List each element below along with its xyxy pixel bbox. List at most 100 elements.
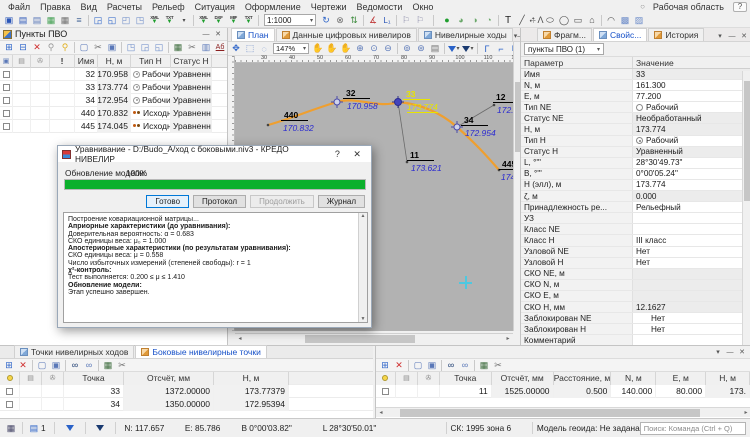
tab-level-runs[interactable]: Нивелирные ходы [418, 28, 513, 41]
point-label-34[interactable]: 34 [461, 115, 488, 126]
export-mif-icon[interactable]: MIF▼ [226, 14, 241, 27]
tab-history[interactable]: История [648, 28, 704, 41]
ellipse-tool-icon[interactable]: ⬭ [543, 14, 557, 27]
clear-selection-icon[interactable]: ◱ [152, 41, 166, 54]
property-row[interactable]: СКО N, м [521, 280, 750, 291]
find-next-icon[interactable]: ∞ [458, 359, 472, 372]
tab-digital-levels[interactable]: Данные цифровых нивелиров [276, 28, 417, 41]
property-row[interactable]: УЗ [521, 213, 750, 224]
attachment-column-icon[interactable]: ✇ [42, 372, 64, 385]
point-style-1-icon[interactable]: ● [440, 14, 454, 27]
find-next-icon[interactable]: ∞ [82, 359, 96, 372]
radio-icon[interactable] [636, 104, 643, 111]
pan-hand-3-icon[interactable]: ✋ [339, 42, 353, 55]
property-row[interactable]: Статус NEНеобработанный [521, 113, 750, 124]
text-tool-icon[interactable]: T [501, 14, 515, 27]
property-row[interactable]: СКО E, м [521, 291, 750, 302]
protocol-button[interactable]: Протокол [193, 195, 246, 208]
point-label-440[interactable]: 440 [281, 110, 308, 121]
exchange-icon[interactable]: ⇅ [347, 14, 361, 27]
zoom-in-icon[interactable]: ⊕ [353, 42, 367, 55]
pan-hand-1-icon[interactable]: ✋ [311, 42, 325, 55]
point-label-445[interactable]: 445 [499, 159, 513, 170]
property-row[interactable]: Узловой ННет [521, 258, 750, 269]
chevron-down-icon[interactable]: ▾ [714, 31, 726, 41]
zoom-selected-icon[interactable]: ⊛ [414, 42, 428, 55]
add-row-icon[interactable]: ⊞ [2, 41, 16, 54]
import-project-icon[interactable]: ◲ [91, 14, 105, 27]
minimize-icon[interactable]: — [200, 29, 212, 39]
log-scrollbar[interactable]: ▲▼ [358, 213, 367, 322]
filter-dark-status-icon[interactable] [93, 422, 107, 434]
minimize-icon[interactable]: — [724, 347, 736, 357]
table-row[interactable]: 34 1350.00000 172.95394 [0, 398, 373, 411]
filter-1-icon[interactable]: ▾ [447, 42, 461, 55]
property-row[interactable]: Статус НУравненный [521, 147, 750, 158]
menu-relief[interactable]: Рельеф [147, 1, 190, 13]
scroll-left-icon[interactable]: ◂ [376, 408, 386, 417]
tab-properties[interactable]: Свойс... [593, 28, 647, 41]
table-settings-icon[interactable]: ✂ [491, 359, 505, 372]
checkbox[interactable] [3, 97, 10, 104]
project-levels-icon[interactable]: ≡ [72, 14, 86, 27]
menu-decoration[interactable]: Оформление [240, 1, 306, 13]
dialog-titlebar[interactable]: Уравнивание - D:/Budo_A/ход с боковыми.n… [58, 146, 371, 162]
property-row[interactable]: N, м161.300 [521, 80, 750, 91]
export-xml-icon[interactable]: XML▼ [196, 14, 211, 27]
close-icon[interactable]: ✕ [736, 347, 748, 357]
table-row[interactable]: 33 1372.00000 173.77379 [0, 385, 373, 398]
warning-column-icon[interactable]: ! [50, 55, 75, 68]
column-name[interactable]: Имя [75, 55, 98, 68]
point-label-32[interactable]: 32 [343, 88, 370, 99]
property-row[interactable]: Заблокирован NEНет [521, 313, 750, 324]
tab-run-points[interactable]: Точки нивелирных ходов [14, 345, 134, 358]
image-frame-icon[interactable]: ▩ [618, 14, 632, 27]
menu-reports[interactable]: Ведомости [352, 1, 408, 13]
circle-tool-icon[interactable]: ◯ [557, 14, 571, 27]
property-row[interactable]: E, м77.200 [521, 91, 750, 102]
zoom-all-icon[interactable]: ⊚ [400, 42, 414, 55]
property-row[interactable]: СКО Н, мм12.1627 [521, 302, 750, 313]
property-row[interactable]: B, °'"0°00'05.24" [521, 169, 750, 180]
add-row-icon[interactable]: ⊞ [378, 359, 392, 372]
tab-plan[interactable]: План [231, 28, 275, 41]
property-row[interactable]: Тип NEРабочий [521, 102, 750, 113]
minimize-icon[interactable]: — [726, 31, 738, 41]
table-row[interactable]: 32 170.958 Рабочий Уравненный [0, 68, 227, 81]
copy-icon[interactable]: ▢ [77, 41, 91, 54]
delete-row-icon[interactable]: ✕ [16, 359, 30, 372]
dialog-help-button[interactable]: ? [328, 147, 348, 161]
attachment-column-icon[interactable]: ✇ [31, 55, 50, 68]
point-label-11[interactable]: 11 [407, 150, 434, 161]
property-row[interactable]: L, °'"28°30'49.73" [521, 158, 750, 169]
table-row[interactable]: 445 174.045 Исходный Уравненный [0, 120, 227, 133]
scroll-right-icon[interactable]: ▸ [741, 408, 750, 417]
checkbox[interactable] [3, 123, 10, 130]
property-row[interactable]: Узловой NEНет [521, 247, 750, 258]
print-settings-icon[interactable]: ▦ [44, 14, 58, 27]
point-label-12[interactable]: 12 [493, 92, 513, 103]
pan-hand-2-icon[interactable]: ✋ [325, 42, 339, 55]
select-frame-icon[interactable]: ⬚ [243, 42, 257, 55]
flag-1-icon[interactable]: ⚐ [399, 14, 413, 27]
point-style-3-icon[interactable]: ◑ [468, 14, 482, 27]
scroll-right-icon[interactable]: ▸ [503, 334, 513, 343]
pan-mode-icon[interactable]: ✥ [229, 42, 243, 55]
select-contour-icon[interactable]: ◌ [257, 42, 271, 55]
journal-button[interactable]: Журнал [318, 195, 365, 208]
layers-icon[interactable]: ▤ [428, 42, 442, 55]
line-tool-icon[interactable]: ╱ [515, 14, 529, 27]
delete-row-icon[interactable]: ✕ [30, 41, 44, 54]
flag-2-icon[interactable]: ⚐ [413, 14, 427, 27]
run-horizontal-scrollbar[interactable]: ◂ ▸ [376, 407, 750, 417]
image-column-icon[interactable]: ▤ [13, 55, 31, 68]
property-row[interactable]: Имя33 [521, 69, 750, 80]
zoom-out-icon[interactable]: ⊖ [381, 42, 395, 55]
snap-line-icon[interactable]: ⌐ [494, 42, 508, 55]
copy-icon[interactable]: ▢ [411, 359, 425, 372]
table-view-icon[interactable]: ▦ [477, 359, 491, 372]
paste-icon[interactable]: ▣ [425, 359, 439, 372]
menu-calculations[interactable]: Расчеты [102, 1, 147, 13]
snap-corner-icon[interactable]: Γ [480, 42, 494, 55]
property-row[interactable]: ζ, м0.000 [521, 191, 750, 202]
